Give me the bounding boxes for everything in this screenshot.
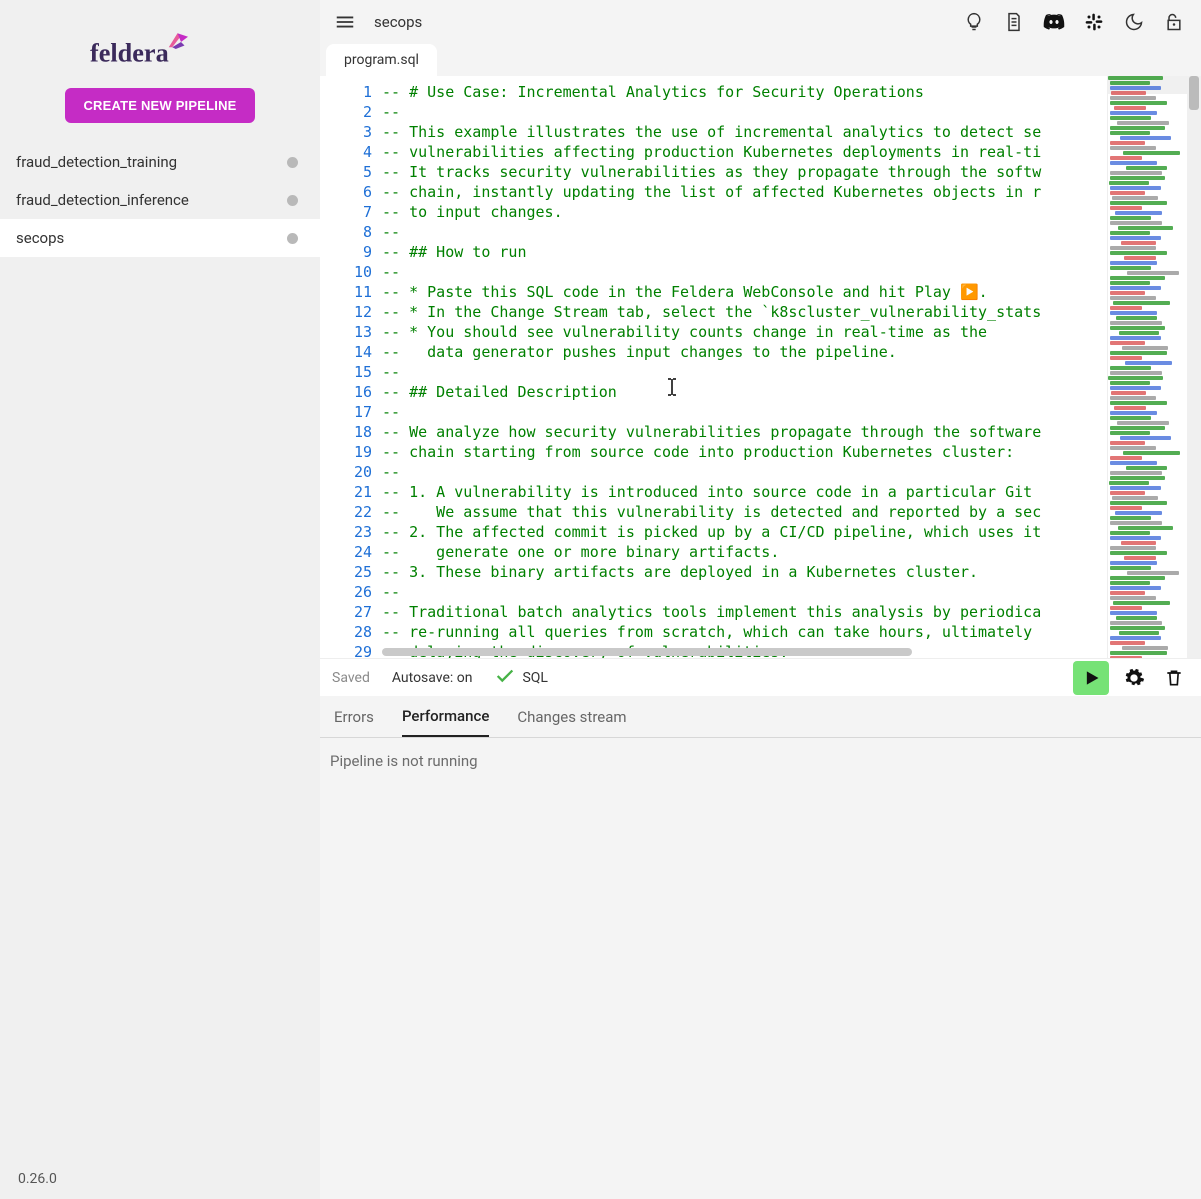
code-line: -- * You should see vulnerability counts…: [382, 322, 1107, 342]
output-panel-text: Pipeline is not running: [330, 752, 478, 770]
sql-status: SQL: [494, 665, 547, 691]
code-line: -- We analyze how security vulnerabiliti…: [382, 422, 1107, 442]
run-button[interactable]: [1073, 661, 1109, 695]
trash-icon: [1164, 668, 1184, 688]
lock-open-icon[interactable]: [1161, 9, 1187, 35]
code-line: -- It tracks security vulnerabilities as…: [382, 162, 1107, 182]
document-icon[interactable]: [1001, 9, 1027, 35]
code-line: -- to input changes.: [382, 202, 1107, 222]
pipeline-item-label: fraud_detection_inference: [16, 191, 189, 209]
autosave-status: Autosave: on: [392, 670, 473, 686]
code-line: --: [382, 102, 1107, 122]
checkmark-icon: [494, 665, 516, 691]
saved-status: Saved: [332, 670, 370, 686]
output-tab[interactable]: Changes stream: [517, 698, 626, 736]
status-dot-icon: [287, 233, 298, 244]
code-line: --: [382, 582, 1107, 602]
dark-mode-icon[interactable]: [1121, 9, 1147, 35]
code-line: -- data generator pushes input changes t…: [382, 342, 1107, 362]
code-line: -- chain starting from source code into …: [382, 442, 1107, 462]
logo-wrap: feldera: [0, 0, 320, 88]
settings-button[interactable]: [1119, 663, 1149, 693]
code-line: -- 2. The affected commit is picked up b…: [382, 522, 1107, 542]
sidebar-pipeline-item[interactable]: fraud_detection_inference: [0, 181, 320, 219]
output-tabs: Errors Performance Changes stream: [320, 696, 1201, 738]
code-line: -- 3. These binary artifacts are deploye…: [382, 562, 1107, 582]
code-line: -- re-running all queries from scratch, …: [382, 622, 1107, 642]
status-dot-icon: [287, 195, 298, 206]
slack-icon[interactable]: [1081, 9, 1107, 35]
sidebar-pipeline-item[interactable]: secops: [0, 219, 320, 257]
code-line: --: [382, 262, 1107, 282]
code-line: -- This example illustrates the use of i…: [382, 122, 1107, 142]
pipeline-item-label: secops: [16, 229, 64, 247]
code-line: -- generate one or more binary artifacts…: [382, 542, 1107, 562]
code-line: -- * In the Change Stream tab, select th…: [382, 302, 1107, 322]
code-line: -- ## Detailed Description: [382, 382, 1107, 402]
create-pipeline-button[interactable]: CREATE NEW PIPELINE: [65, 88, 254, 123]
pipeline-title: secops: [374, 13, 422, 31]
code-line: --: [382, 462, 1107, 482]
editor-horizontal-scrollbar[interactable]: [382, 646, 1201, 658]
code-line: --: [382, 362, 1107, 382]
code-content[interactable]: -- # Use Case: Incremental Analytics for…: [382, 76, 1107, 658]
pipeline-list: fraud_detection_training fraud_detection_…: [0, 143, 320, 257]
play-icon: [1081, 668, 1101, 688]
tab-program-sql[interactable]: program.sql: [326, 44, 437, 76]
output-panel: Pipeline is not running: [320, 738, 1201, 784]
editor-status-bar: Saved Autosave: on SQL: [320, 658, 1201, 696]
line-gutter: 1234567891011121314151617181920212223242…: [320, 76, 382, 658]
lightbulb-icon[interactable]: [961, 9, 987, 35]
sidebar: feldera CREATE NEW PIPELINE fraud_detect…: [0, 0, 320, 1199]
delete-button[interactable]: [1159, 663, 1189, 693]
code-line: -- 1. A vulnerability is introduced into…: [382, 482, 1107, 502]
code-line: -- * Paste this SQL code in the Feldera …: [382, 282, 1107, 302]
app-version: 0.26.0: [18, 1171, 57, 1187]
code-line: -- # Use Case: Incremental Analytics for…: [382, 82, 1107, 102]
code-line: --: [382, 222, 1107, 242]
minimap[interactable]: [1107, 76, 1187, 658]
code-line: -- ## How to run: [382, 242, 1107, 262]
gear-icon: [1123, 667, 1145, 689]
status-dot-icon: [287, 157, 298, 168]
topbar: secops: [320, 0, 1201, 44]
editor-tabbar: program.sql: [320, 44, 1201, 76]
discord-icon[interactable]: [1041, 9, 1067, 35]
code-line: -- Traditional batch analytics tools imp…: [382, 602, 1107, 622]
menu-icon[interactable]: [334, 11, 356, 33]
code-line: --: [382, 402, 1107, 422]
brand-logo: feldera: [90, 28, 230, 70]
code-line: -- vulnerabilities affecting production …: [382, 142, 1107, 162]
output-tab[interactable]: Errors: [334, 698, 374, 736]
sql-label: SQL: [522, 670, 547, 686]
sidebar-pipeline-item[interactable]: fraud_detection_training: [0, 143, 320, 181]
code-editor[interactable]: 1234567891011121314151617181920212223242…: [320, 76, 1201, 658]
code-line: -- We assume that this vulnerability is …: [382, 502, 1107, 522]
code-line: -- chain, instantly updating the list of…: [382, 182, 1107, 202]
pipeline-item-label: fraud_detection_training: [16, 153, 177, 171]
output-tab[interactable]: Performance: [402, 697, 489, 737]
editor-vertical-scrollbar[interactable]: [1187, 76, 1201, 658]
svg-text:feldera: feldera: [90, 38, 169, 67]
main-area: secops program.sql 123456: [320, 0, 1201, 1199]
